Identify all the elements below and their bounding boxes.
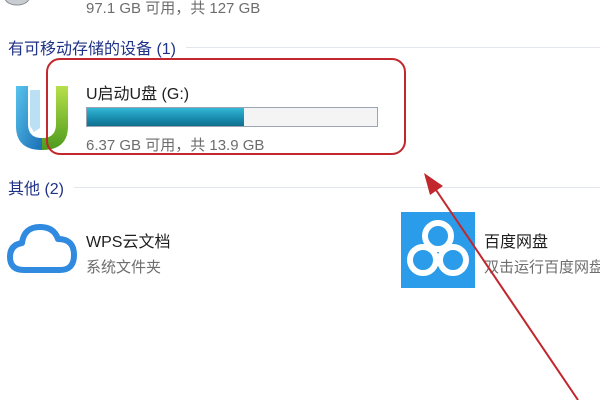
section-divider <box>74 186 600 188</box>
wps-cloud-subtitle: 系统文件夹 <box>86 259 162 276</box>
drive-capacity-caption: 97.1 GB 可用，共 127 GB <box>86 0 261 17</box>
red-highlight-annotation <box>46 58 406 155</box>
baidu-netdisk-icon[interactable] <box>401 212 475 288</box>
section-title: 其他 (2) <box>8 181 65 198</box>
section-divider <box>186 46 600 48</box>
baidu-netdisk-name[interactable]: 百度网盘 <box>484 228 548 252</box>
hard-drive-icon <box>4 0 30 12</box>
baidu-netdisk-subtitle: 双击运行百度网盘 <box>484 259 600 276</box>
removable-storage-header[interactable]: 有可移动存储的设备 (1) <box>8 36 600 58</box>
wps-cloud-name[interactable]: WPS云文档 <box>86 228 170 252</box>
cloud-icon[interactable] <box>6 216 78 278</box>
other-section-header[interactable]: 其他 (2) <box>8 176 600 198</box>
section-title: 有可移动存储的设备 (1) <box>8 41 177 58</box>
